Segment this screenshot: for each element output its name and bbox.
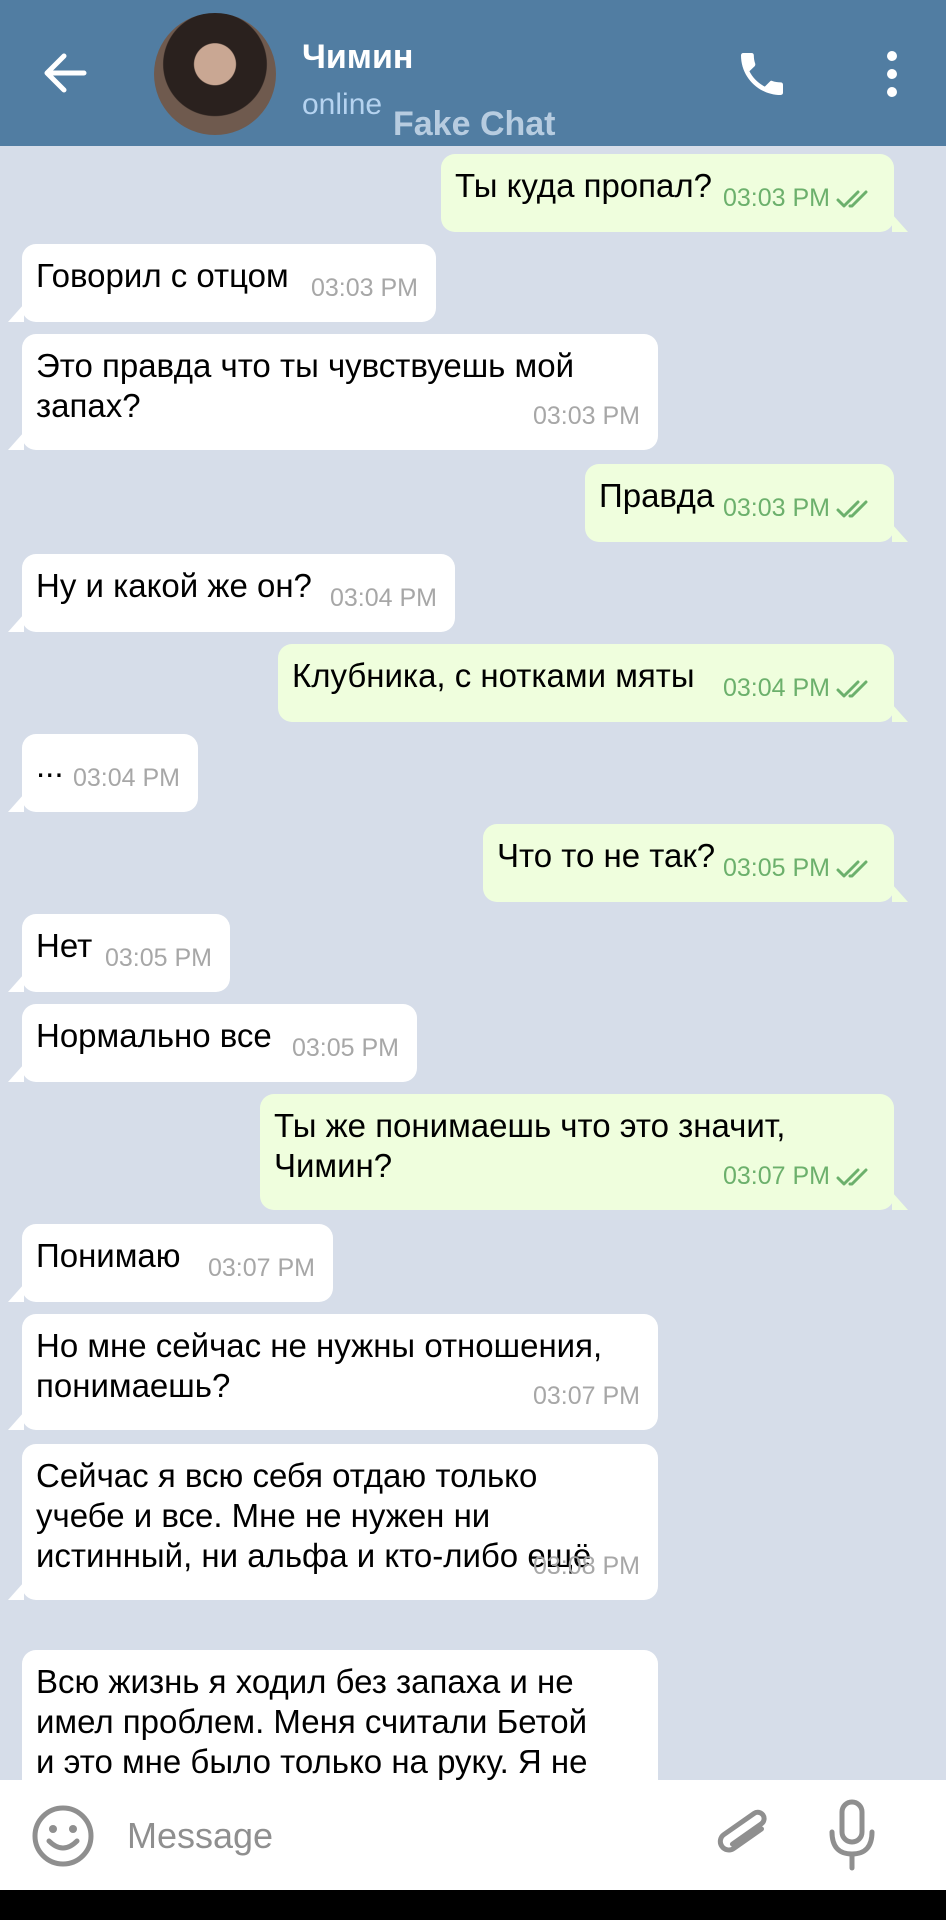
outgoing-message[interactable]: Клубника, с нотками мяты 03:04 PM	[278, 644, 908, 722]
message-text: Но мне сейчас не нужны отношения, понимае…	[36, 1327, 603, 1404]
message-list[interactable]: Ты куда пропал? 03:03 PM Говорил с отцом 03…	[0, 146, 946, 1780]
message-time: 03:08 PM	[533, 1546, 640, 1586]
timestamp: 03:07 PM	[207, 1254, 315, 1282]
read-ticks-icon	[830, 674, 874, 702]
outgoing-message[interactable]: Ты куда пропал? 03:03 PM	[441, 154, 908, 232]
timestamp: 03:05 PM	[291, 1034, 399, 1062]
incoming-message[interactable]: Это правда что ты чувствуешь мой запах? 03…	[8, 334, 658, 450]
phone-icon[interactable]	[734, 46, 790, 102]
message-text: Что то не так?	[497, 837, 716, 874]
message-text: Ты куда пропал?	[455, 167, 712, 204]
incoming-message[interactable]: Ну и какой же он? 03:04 PM	[8, 554, 455, 632]
timestamp: 03:04 PM	[722, 674, 830, 702]
message-time: 03:03 PM	[533, 396, 640, 436]
paperclip-icon[interactable]	[712, 1804, 776, 1868]
bubble-tail	[8, 794, 24, 812]
incoming-message[interactable]: Сейчас я всю себя отдаю только учебе и вс…	[8, 1444, 658, 1600]
microphone-icon[interactable]	[820, 1798, 884, 1874]
bubble-tail	[8, 614, 24, 632]
message-text: Правда	[599, 477, 715, 514]
timestamp: 03:03 PM	[722, 184, 830, 212]
message-time: 03:05 PM	[723, 848, 874, 888]
incoming-message[interactable]: Нормально все 03:05 PM	[8, 1004, 417, 1082]
message-time: 03:04 PM	[723, 668, 874, 708]
bubble-tail	[8, 432, 24, 450]
timestamp: 03:07 PM	[722, 1162, 830, 1190]
outgoing-message[interactable]: Что то не так? 03:05 PM	[483, 824, 908, 902]
message-text: ...	[36, 747, 64, 784]
incoming-message[interactable]: Всю жизнь я ходил без запаха и не имел пр…	[22, 1650, 658, 1780]
message-text: Сейчас я всю себя отдаю только учебе и вс…	[36, 1457, 592, 1574]
timestamp: 03:03 PM	[532, 402, 640, 430]
message-text: Нет	[36, 927, 93, 964]
message-time: 03:03 PM	[723, 178, 874, 218]
message-text: Клубника, с нотками мяты	[292, 657, 695, 694]
message-time: 03:04 PM	[73, 758, 180, 798]
bubble-tail	[8, 1412, 24, 1430]
incoming-message[interactable]: ... 03:04 PM	[8, 734, 198, 812]
message-time: 03:07 PM	[723, 1156, 874, 1196]
bubble-tail	[892, 704, 908, 722]
arrow-left-icon[interactable]	[40, 48, 90, 98]
timestamp: 03:07 PM	[532, 1382, 640, 1410]
message-time: 03:07 PM	[208, 1248, 315, 1288]
contact-name[interactable]: Чимин	[302, 38, 413, 77]
system-nav-bar	[0, 1890, 946, 1920]
incoming-message[interactable]: Говорил с отцом 03:03 PM	[8, 244, 436, 322]
bubble-tail	[8, 1284, 24, 1302]
read-ticks-icon	[830, 854, 874, 882]
bubble-tail	[8, 304, 24, 322]
timestamp: 03:04 PM	[329, 584, 437, 612]
timestamp: 03:03 PM	[310, 274, 418, 302]
watermark: Fake Chat	[393, 105, 556, 143]
incoming-message[interactable]: Но мне сейчас не нужны отношения, понимае…	[8, 1314, 658, 1430]
contact-status: online	[302, 88, 383, 121]
message-time: 03:03 PM	[311, 268, 418, 308]
incoming-message[interactable]: Нет 03:05 PM	[8, 914, 230, 992]
bubble-tail	[892, 214, 908, 232]
message-text: Всю жизнь я ходил без запаха и не имел пр…	[36, 1663, 588, 1780]
timestamp: 03:03 PM	[722, 494, 830, 522]
message-time: 03:04 PM	[330, 578, 437, 618]
timestamp: 03:08 PM	[532, 1552, 640, 1580]
message-input[interactable]	[125, 1804, 689, 1868]
bubble-tail	[892, 524, 908, 542]
message-time: 03:03 PM	[723, 488, 874, 528]
message-text: Ты же понимаешь что это значит, Чимин?	[274, 1107, 786, 1184]
bubble-tail	[892, 884, 908, 902]
message-text: Говорил с отцом	[36, 257, 289, 294]
timestamp: 03:04 PM	[72, 764, 180, 792]
timestamp: 03:05 PM	[104, 944, 212, 972]
message-text: Понимаю	[36, 1237, 181, 1274]
outgoing-message[interactable]: Правда 03:03 PM	[585, 464, 908, 542]
read-ticks-icon	[830, 494, 874, 522]
bubble-tail	[8, 1582, 24, 1600]
outgoing-message[interactable]: Ты же понимаешь что это значит, Чимин? 03:…	[260, 1094, 908, 1210]
message-time: 03:05 PM	[105, 938, 212, 978]
read-ticks-icon	[830, 1162, 874, 1190]
message-text: Ну и какой же он?	[36, 567, 312, 604]
message-text: Это правда что ты чувствуешь мой запах?	[36, 347, 575, 424]
bubble-tail	[892, 1192, 908, 1210]
read-ticks-icon	[830, 184, 874, 212]
incoming-message[interactable]: Понимаю 03:07 PM	[8, 1224, 333, 1302]
emoji-icon[interactable]	[30, 1803, 96, 1869]
composer-bar	[0, 1780, 946, 1890]
message-time: 03:05 PM	[292, 1028, 399, 1068]
message-time: 03:07 PM	[533, 1376, 640, 1416]
more-vertical-icon[interactable]	[872, 48, 912, 100]
message-text: Нормально все	[36, 1017, 272, 1054]
bubble-tail	[8, 974, 24, 992]
chat-header: Чимин online Fake Chat	[0, 0, 946, 146]
bubble-tail	[8, 1064, 24, 1082]
avatar[interactable]	[154, 13, 276, 135]
timestamp: 03:05 PM	[722, 854, 830, 882]
